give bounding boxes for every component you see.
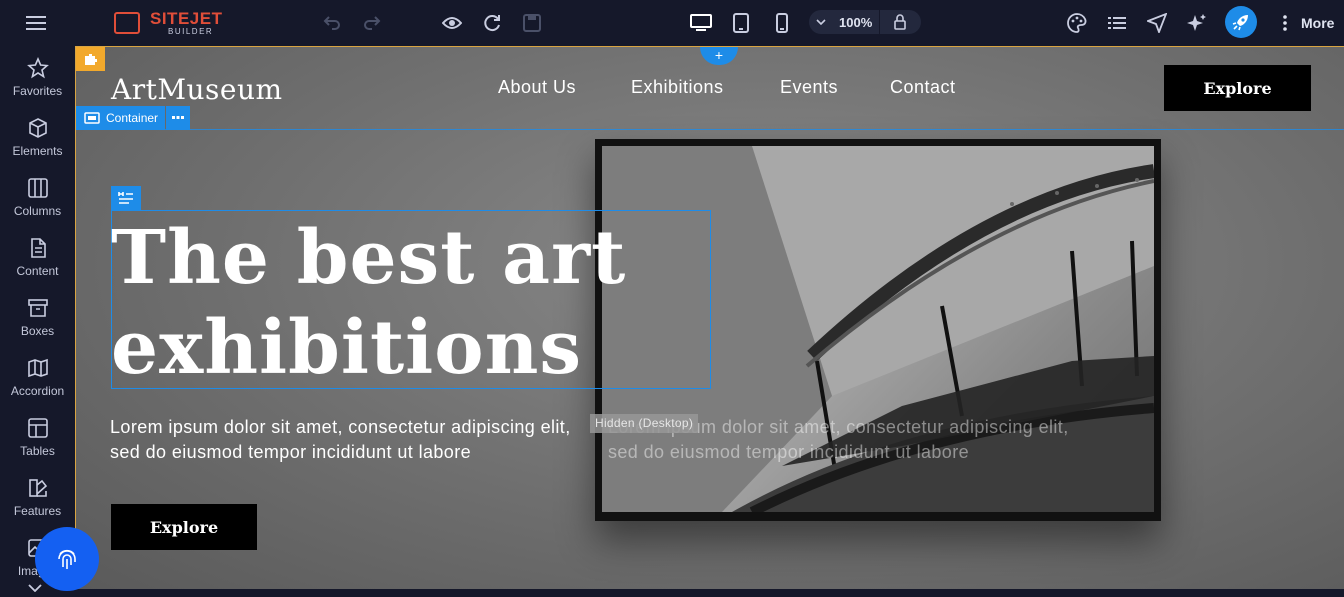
- logo-brand: SITEJET: [150, 9, 223, 28]
- heading-tag-icon[interactable]: [111, 186, 141, 210]
- sidebar-item-elements[interactable]: Elements: [0, 106, 75, 166]
- container-tag[interactable]: Container: [76, 106, 190, 130]
- zoom-value: 100%: [839, 14, 873, 30]
- sidebar-item-label: Accordion: [10, 384, 65, 398]
- menu-icon[interactable]: [22, 0, 50, 46]
- nav-exhibitions[interactable]: Exhibitions: [631, 77, 724, 98]
- hero-paragraph[interactable]: Lorem ipsum dolor sit amet, consectetur …: [110, 415, 600, 465]
- sidebar-item-label: Features: [13, 504, 62, 518]
- hidden-desktop-badge: Hidden (Desktop): [590, 414, 699, 433]
- list-icon[interactable]: [1105, 0, 1129, 46]
- document-icon: [30, 238, 46, 258]
- preview-eye-icon[interactable]: [440, 0, 464, 46]
- container-icon: [84, 112, 100, 124]
- desktop-view-icon[interactable]: [689, 0, 713, 46]
- more-menu-button[interactable]: More: [1283, 0, 1334, 46]
- archive-icon: [27, 299, 48, 317]
- sidebar-item-accordion[interactable]: Accordion: [0, 346, 75, 406]
- lock-icon[interactable]: [893, 14, 907, 35]
- container-options-icon[interactable]: [166, 106, 190, 130]
- fingerprint-fab[interactable]: [35, 527, 99, 591]
- chevron-down-icon[interactable]: [809, 19, 833, 25]
- logo-sub: BUILDER: [168, 27, 214, 36]
- redo-icon[interactable]: [360, 0, 384, 46]
- mobile-view-icon[interactable]: [770, 0, 794, 46]
- sitejet-logo: SITEJET BUILDER: [114, 8, 222, 38]
- hero-heading[interactable]: The best art exhibitions: [111, 213, 731, 393]
- nav-events[interactable]: Events: [780, 77, 838, 98]
- add-section-button[interactable]: +: [700, 47, 738, 65]
- undo-icon[interactable]: [320, 0, 344, 46]
- puzzle-icon[interactable]: [76, 47, 105, 71]
- header-explore-button[interactable]: Explore: [1164, 65, 1311, 111]
- sidebar-item-columns[interactable]: Columns: [0, 166, 75, 226]
- sidebar-item-tables[interactable]: Tables: [0, 406, 75, 466]
- kebab-icon: [1283, 15, 1287, 31]
- sidebar-item-boxes[interactable]: Boxes: [0, 286, 75, 346]
- zoom-control[interactable]: 100%: [809, 10, 921, 34]
- features-icon: [28, 479, 47, 497]
- container-outline: [76, 129, 1344, 130]
- map-icon: [27, 358, 48, 378]
- more-label: More: [1301, 15, 1335, 31]
- publish-send-icon[interactable]: [1145, 0, 1169, 46]
- element-sidebar: Favorites Elements Columns Content Boxes…: [0, 46, 75, 593]
- save-icon[interactable]: [520, 0, 544, 46]
- sidebar-item-label: Columns: [13, 204, 62, 218]
- site-logo[interactable]: ArtMuseum: [111, 73, 283, 106]
- sidebar-item-label: Boxes: [20, 324, 55, 338]
- chevron-down-icon[interactable]: [28, 579, 42, 597]
- star-icon: [26, 57, 49, 79]
- container-label: Container: [106, 111, 159, 125]
- logo-mark-icon: [114, 12, 140, 34]
- editor-toolbar: SITEJET BUILDER 100% More: [0, 0, 1344, 46]
- tablet-view-icon[interactable]: [729, 0, 753, 46]
- nav-about-us[interactable]: About Us: [498, 77, 576, 98]
- fingerprint-icon: [58, 549, 76, 569]
- palette-icon[interactable]: [1065, 0, 1089, 46]
- sidebar-item-content[interactable]: Content: [0, 226, 75, 286]
- cube-icon: [28, 118, 47, 138]
- sidebar-item-favorites[interactable]: Favorites: [0, 46, 75, 106]
- hero-explore-button[interactable]: Explore: [111, 504, 257, 550]
- page-canvas[interactable]: + ArtMuseum About Us Exhibitions Events …: [75, 46, 1344, 589]
- sidebar-item-label: Favorites: [12, 84, 63, 98]
- ai-sparkle-icon[interactable]: [1185, 0, 1209, 46]
- nav-contact[interactable]: Contact: [890, 77, 956, 98]
- refresh-icon[interactable]: [480, 0, 504, 46]
- sidebar-item-label: Tables: [20, 444, 55, 458]
- columns-icon: [27, 178, 48, 198]
- table-icon: [27, 418, 48, 438]
- sidebar-item-label: Elements: [12, 144, 63, 158]
- sidebar-item-label: Content: [16, 264, 59, 278]
- sidebar-item-features[interactable]: Features: [0, 466, 75, 526]
- rocket-icon[interactable]: [1225, 6, 1257, 38]
